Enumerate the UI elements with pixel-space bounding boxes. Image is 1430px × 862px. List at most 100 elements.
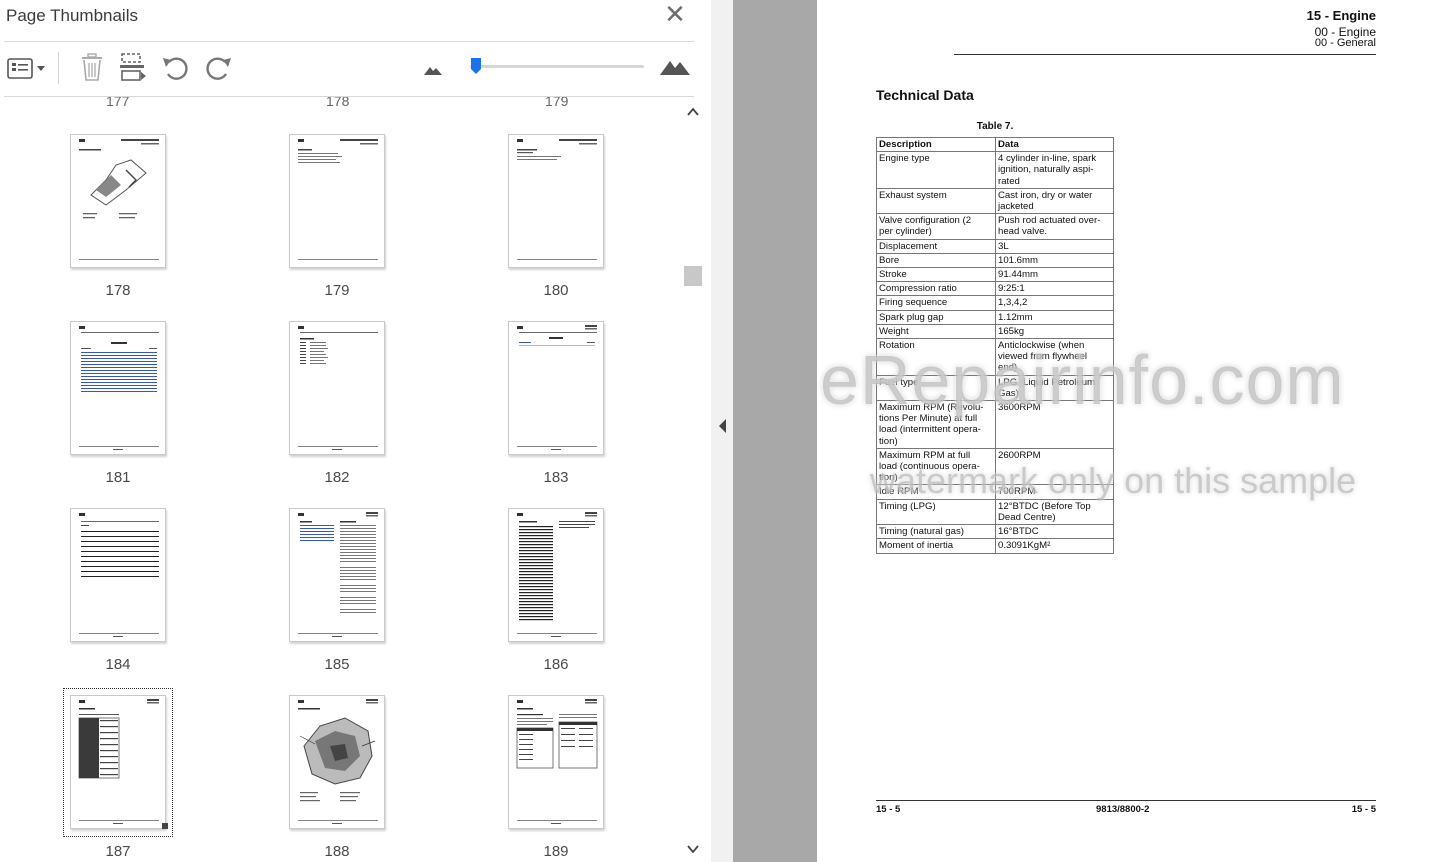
description-cell: Displacement: [876, 238, 996, 254]
page-thumbnail[interactable]: 179: [289, 134, 459, 309]
cell-line: rated: [998, 175, 1020, 187]
cell-line: end): [998, 362, 1018, 374]
cell-line: Spark plug gap: [879, 311, 944, 323]
collapse-panel-arrow-icon[interactable]: [717, 418, 727, 434]
column-header: Data: [995, 136, 1114, 153]
resize-handle[interactable]: [162, 823, 168, 829]
data-cell: Cast iron, dry or water jacketed: [995, 187, 1114, 215]
page-thumbnail[interactable]: 182: [289, 321, 459, 496]
page-preview-drawing: [298, 699, 378, 824]
cell-line: 12°BTDC (Before Top: [998, 500, 1091, 512]
cell-line: viewed from flywheel: [998, 351, 1088, 363]
zoom-slider-thumb[interactable]: [470, 57, 482, 75]
cell-line: Firing sequence: [879, 297, 948, 309]
scroll-up-arrow-icon[interactable]: [686, 105, 700, 119]
page-thumbnail[interactable]: 186: [508, 508, 678, 683]
page-thumbnail[interactable]: 181: [70, 321, 240, 496]
page-thumbnail[interactable]: 185: [289, 508, 459, 683]
table-header-row: Description Data: [876, 136, 1114, 153]
cell-line: Anticlockwise (when: [998, 340, 1085, 352]
header-rule: [954, 54, 1376, 55]
cell-line: Moment of inertia: [879, 540, 954, 552]
description-cell: Spark plug gap: [876, 309, 996, 325]
cell-line: Valve configuration (2: [879, 215, 972, 227]
data-cell: 165kg: [995, 323, 1114, 340]
cell-line: 91.44mm: [998, 269, 1038, 281]
footer-page-left: 15 - 5: [876, 804, 901, 815]
page-number: 178: [105, 282, 131, 299]
scrollbar-thumb[interactable]: [684, 266, 702, 286]
description-cell: Weight: [876, 323, 996, 340]
table-row: Valve configuration (2 per cylinder) Push …: [876, 213, 1114, 240]
zoom-slider-track[interactable]: [470, 65, 644, 68]
rotate-counterclockwise-icon: [163, 57, 188, 80]
page-thumbnail[interactable]: 178: [70, 134, 240, 309]
page-preview-drawing: [298, 512, 378, 637]
data-cell: 16°BTDC: [995, 524, 1114, 540]
table-row: Compression ratio 9:25:1: [876, 281, 1114, 297]
cell-line: 3L: [998, 240, 1009, 252]
cell-line: 165kg: [998, 325, 1025, 337]
cell-line: Gas): [998, 387, 1019, 399]
data-cell: 4 cylinder in-line, spark ignition, natur…: [995, 151, 1114, 189]
page-preview-drawing: [517, 139, 597, 260]
cell-line: Push rod actuated over-: [998, 215, 1101, 227]
description-cell: Exhaust system: [876, 187, 996, 215]
slider-thumb-icon: [471, 58, 481, 74]
data-cell: 9:25:1: [995, 281, 1114, 297]
thumbnail-options-button[interactable]: [6, 56, 48, 80]
cell-line: jacketed: [998, 201, 1034, 213]
page-number: 186: [543, 656, 569, 673]
section-title: Technical Data: [876, 87, 974, 103]
page-number: 180: [543, 282, 569, 299]
close-panel-button[interactable]: ✕: [662, 1, 688, 28]
data-cell: 1,3,4,2: [995, 295, 1114, 311]
page-thumbnail-selected[interactable]: 187: [63, 688, 240, 862]
table-body: Engine type 4 cylinder in-line, spark igni…: [876, 151, 1114, 554]
rotate-clockwise-button[interactable]: [202, 54, 234, 82]
page-number: 187: [105, 843, 131, 860]
table-row: Fuel type LPG (Liquid Petroleum Gas): [876, 374, 1114, 402]
cell-line: tions Per Minute) at full: [879, 413, 978, 425]
delete-page-icon: [82, 53, 102, 81]
delete-pages-button[interactable]: [78, 52, 106, 82]
zoom-out-button[interactable]: [423, 63, 443, 77]
page-preview: [289, 321, 385, 455]
page-number: 185: [324, 656, 350, 673]
rotate-counterclockwise-button[interactable]: [160, 54, 192, 82]
page-thumbnails-panel: Page Thumbnails ✕ 177 178 179 178 179 18…: [0, 0, 711, 862]
cell-line: Displacement: [879, 240, 938, 252]
zoom-out-mountain-icon: [424, 67, 442, 75]
data-cell: 3L: [995, 238, 1114, 254]
page-thumbnail[interactable]: 188: [289, 695, 459, 862]
thumbnail-scrollbar[interactable]: [682, 97, 704, 862]
page-preview-drawing: [79, 139, 159, 260]
page-preview: [289, 695, 385, 829]
data-cell: 0.3091KgM²: [995, 538, 1114, 554]
cell-line: 700RPM: [998, 486, 1036, 498]
page-thumbnail[interactable]: 189: [508, 695, 678, 862]
table-row: Engine type 4 cylinder in-line, spark igni…: [876, 151, 1114, 189]
table-row: Firing sequence 1,3,4,2: [876, 295, 1114, 311]
page-thumbnail[interactable]: 184: [70, 508, 240, 683]
insert-pages-button[interactable]: [118, 52, 148, 82]
insert-page-icon: [120, 53, 146, 81]
page-preview: [289, 508, 385, 642]
scroll-down-arrow-icon[interactable]: [686, 842, 700, 856]
cell-line: 101.6mm: [998, 254, 1038, 266]
document-page: 15 - Engine 00 - Engine 00 - General Tec…: [817, 0, 1430, 862]
cell-line: load (intermittent opera-: [879, 424, 981, 436]
footer-page-right: 15 - 5: [1351, 804, 1376, 815]
data-cell: 1.12mm: [995, 309, 1114, 325]
panel-splitter[interactable]: [711, 0, 733, 862]
pdf-viewer-window: Page Thumbnails ✕ 177 178 179 178 179 18…: [0, 0, 1430, 862]
page-thumbnail[interactable]: 183: [508, 321, 678, 496]
table-row: Displacement 3L: [876, 238, 1114, 254]
page-thumbnail[interactable]: 180: [508, 134, 678, 309]
cell-line: 3600RPM: [998, 402, 1041, 414]
zoom-in-button[interactable]: [659, 56, 691, 78]
page-number: 188: [324, 843, 350, 860]
data-cell: 101.6mm: [995, 252, 1114, 269]
page-preview: [289, 134, 385, 268]
cell-line: 1.12mm: [998, 311, 1033, 323]
